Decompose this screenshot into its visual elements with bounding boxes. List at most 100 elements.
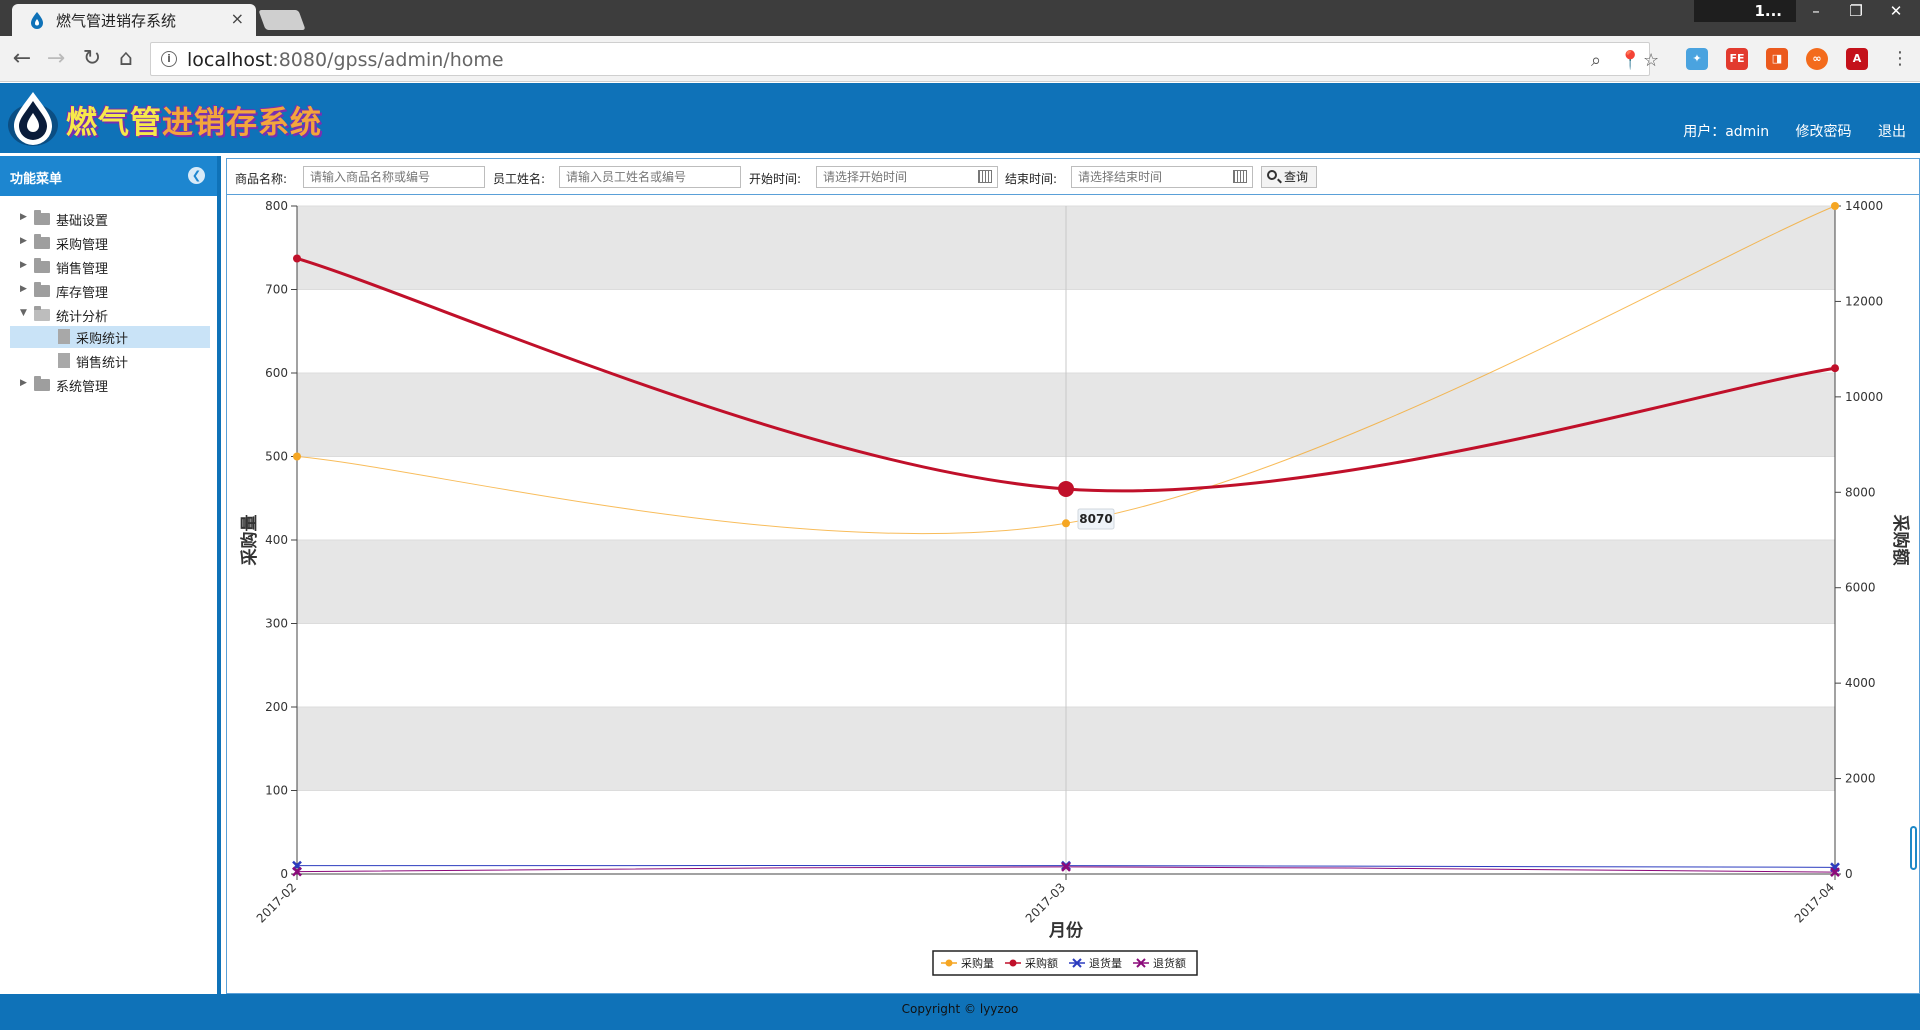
expand-arrow-icon[interactable]: ▶ [20,260,27,270]
extension-pdf-icon[interactable]: A [1846,48,1868,70]
url-text[interactable]: localhost:8080/gpss/admin/home [187,49,504,71]
flame-icon [31,12,43,29]
sidebar-item-label: 库存管理 [56,286,109,301]
x-axis-title: 月份 [1048,920,1084,941]
calendar-icon[interactable] [1233,170,1247,183]
sidebar-item-label: 销售管理 [56,262,109,277]
y-tick-label-right: 10000 [1845,390,1883,404]
browser-tab[interactable]: 燃气管进销存系统 × [12,4,256,36]
document-icon [58,329,70,344]
y-tick-label-left: 200 [265,700,288,714]
tooltip-label: 8070 [1079,512,1112,526]
extension-infinity-icon[interactable]: ∞ [1806,48,1828,70]
folder-open-icon [34,306,50,321]
pin-icon[interactable]: 📍 [1619,50,1641,71]
search-icon [1267,170,1277,180]
document-icon [58,353,70,368]
query-button-label: 查询 [1284,170,1309,184]
info-icon[interactable]: i [161,51,177,67]
sidebar-header: 功能菜单 ❮ [0,156,217,196]
series-point-0 [1831,202,1839,210]
product-name-input[interactable] [303,166,485,188]
expand-arrow-icon[interactable]: ▶ [20,284,27,294]
bookmark-star-icon[interactable]: ☆ [1643,50,1659,71]
expand-arrow-icon[interactable]: ▶ [20,236,27,246]
y-tick-label-right: 14000 [1845,199,1883,213]
flame-logo-icon [8,92,58,146]
legend-swatch-marker [945,959,953,967]
folder-icon [34,376,50,391]
expand-arrow-icon[interactable]: ▶ [20,212,27,222]
scroll-handle[interactable] [1910,826,1917,870]
back-icon[interactable]: ← [8,45,36,73]
sidebar-item-label: 系统管理 [56,380,109,395]
reload-icon[interactable]: ↻ [78,45,106,73]
calendar-icon[interactable] [978,170,992,183]
folder-icon [34,234,50,249]
address-bar[interactable]: i localhost:8080/gpss/admin/home ⌕ 📍 ☆ [150,42,1659,76]
browser-toolbar: ← → ↻ ⌂ i localhost:8080/gpss/admin/home… [0,36,1920,82]
x-tick-label: 2017-02 [254,880,299,925]
end-time-label: 结束时间: [1005,172,1058,186]
legend-label: 退货额 [1153,956,1186,970]
window-user-badge[interactable]: 1... [1694,0,1796,22]
restore-icon[interactable]: ❐ [1836,0,1876,22]
collapse-arrow-icon[interactable]: ▼ [20,308,27,318]
collapse-sidebar-icon[interactable]: ❮ [188,167,205,184]
logout-link[interactable]: 退出 [1878,124,1906,140]
sidebar-item-label: 销售统计 [76,356,129,371]
series-point-0 [1062,519,1070,528]
x-tick-label: 2017-03 [1023,880,1068,925]
home-icon[interactable]: ⌂ [112,45,140,73]
sidebar-item-label: 统计分析 [56,310,109,325]
start-time-label: 开始时间: [749,172,802,186]
expand-arrow-icon[interactable]: ▶ [20,378,27,388]
legend-label: 退货量 [1089,956,1122,970]
user-nav: 用户：admin 修改密码 退出 [1661,121,1906,141]
zoom-icon[interactable]: ⌕ [1591,50,1601,71]
tab-title: 燃气管进销存系统 [56,12,177,30]
minimize-icon[interactable]: – [1796,0,1836,22]
current-user-label: 用户：admin [1683,124,1770,140]
sidebar-item-label: 基础设置 [56,214,109,229]
legend-label: 采购额 [1025,956,1058,970]
y-tick-label-left: 300 [265,617,288,631]
menu-dots-icon[interactable]: ⋮ [1886,45,1914,73]
y-tick-label-left: 500 [265,450,288,464]
y-tick-label-right: 4000 [1845,676,1876,690]
query-button[interactable]: 查询 [1261,166,1317,188]
series-point-1 [293,254,301,263]
start-time-input[interactable] [816,166,998,188]
sidebar-item-label: 采购统计 [76,332,129,347]
y-axis-title-left: 采购量 [239,515,260,567]
close-window-icon[interactable]: ✕ [1876,0,1916,22]
product-name-label: 商品名称: [235,172,288,186]
y-tick-label-right: 6000 [1845,581,1876,595]
change-password-link[interactable]: 修改密码 [1796,124,1852,140]
sidebar-title: 功能菜单 [10,172,63,187]
browser-tab-bar: 燃气管进销存系统 × 1... – ❐ ✕ [0,0,1920,36]
folder-icon [34,282,50,297]
y-tick-label-right: 0 [1845,867,1853,881]
folder-icon [34,258,50,273]
y-tick-label-left: 400 [265,533,288,547]
new-tab-button[interactable] [258,10,306,30]
legend-swatch-marker [1009,959,1017,967]
forward-icon[interactable]: → [42,45,70,73]
filter-bar: 商品名称: 员工姓名: 开始时间: 结束时间: 查询 [227,159,1919,195]
employee-name-input[interactable] [559,166,741,188]
y-tick-label-right: 12000 [1845,294,1883,308]
extension-bird-icon[interactable]: ✦ [1686,48,1708,70]
copyright-text: Copyright © lyyzoo [901,1002,1019,1016]
folder-icon [34,210,50,225]
app-title: 燃气管进销存系统 [66,105,322,141]
y-tick-label-left: 0 [280,867,288,881]
y-tick-label-left: 700 [265,283,288,297]
extension-office-icon[interactable]: ◨ [1766,48,1788,70]
y-tick-label-left: 100 [265,784,288,798]
y-tick-label-right: 2000 [1845,772,1876,786]
end-time-input[interactable] [1071,166,1253,188]
sidebar-item-label: 采购管理 [56,238,109,253]
tab-close-icon[interactable]: × [231,9,244,28]
extension-fe-icon[interactable]: FE [1726,48,1748,70]
